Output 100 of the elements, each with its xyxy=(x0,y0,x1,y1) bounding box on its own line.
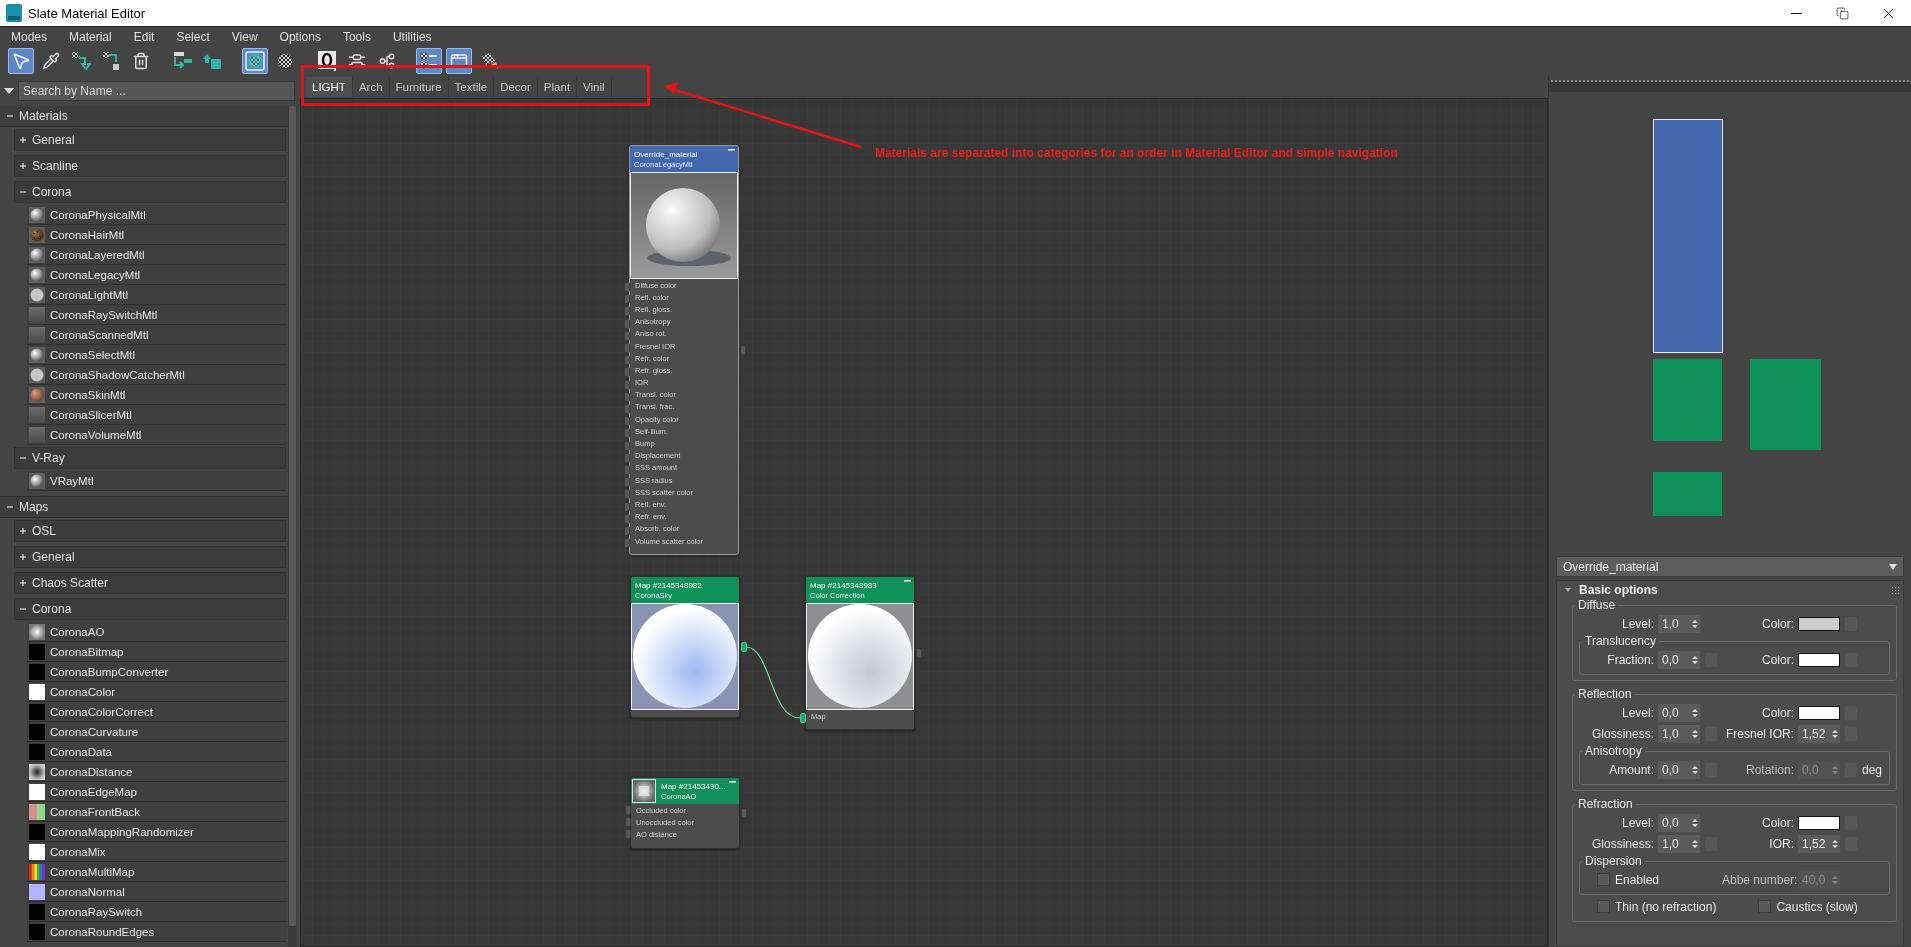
input-socket[interactable] xyxy=(624,513,630,524)
spinner-field[interactable]: 1,52 xyxy=(1798,834,1840,853)
list-item[interactable]: CoronaMix xyxy=(27,842,286,862)
list-item[interactable]: VRayMtl xyxy=(27,471,286,491)
input-socket[interactable] xyxy=(625,805,631,815)
list-item[interactable]: CoronaHairMtl xyxy=(27,225,286,245)
menu-item[interactable]: Tools xyxy=(331,27,382,46)
list-item[interactable]: CoronaLightMtl xyxy=(27,285,286,305)
input-socket[interactable] xyxy=(624,379,630,390)
spinner-field[interactable]: 1,52 xyxy=(1798,724,1840,743)
spinner-arrows-icon[interactable] xyxy=(1692,728,1698,739)
material-node[interactable] xyxy=(629,145,739,556)
list-item[interactable]: CoronaSelectMtl xyxy=(27,345,286,365)
dropdown-icon[interactable] xyxy=(4,87,14,95)
minimize-icon[interactable] xyxy=(904,580,911,583)
material-dropdown[interactable]: Override_material xyxy=(1556,556,1904,577)
node-thumbnail[interactable] xyxy=(1653,359,1722,441)
menu-item[interactable]: Utilities xyxy=(381,27,443,46)
input-socket[interactable] xyxy=(624,294,630,305)
category-header[interactable]: General xyxy=(14,129,286,151)
input-socket[interactable] xyxy=(624,282,630,292)
category-header[interactable]: Corona xyxy=(14,181,286,203)
tab[interactable]: Plant xyxy=(537,77,578,97)
input-socket[interactable] xyxy=(624,465,630,475)
tab[interactable]: Furniture xyxy=(389,77,449,97)
spinner-field[interactable]: 0,0 xyxy=(1658,760,1700,779)
list-item[interactable]: CoronaLayeredMtl xyxy=(27,245,286,265)
input-socket[interactable] xyxy=(624,452,630,463)
color-swatch[interactable] xyxy=(1798,652,1840,667)
list-item[interactable]: CoronaCurvature xyxy=(27,722,286,742)
input-socket[interactable] xyxy=(624,404,630,414)
list-item[interactable]: CoronaDistance xyxy=(27,762,286,782)
list-item[interactable]: CoronaShadowCatcherMtl xyxy=(27,365,286,385)
input-socket[interactable] xyxy=(624,391,630,402)
spinner-arrows-icon[interactable] xyxy=(1832,838,1838,849)
list-item[interactable]: CoronaBitmap xyxy=(27,642,286,662)
input-socket[interactable] xyxy=(624,330,630,341)
tab[interactable]: Vinil xyxy=(577,77,612,97)
input-socket[interactable] xyxy=(624,489,630,500)
tab[interactable]: Arch xyxy=(352,77,390,97)
section-header[interactable]: Materials xyxy=(0,106,288,127)
list-item[interactable]: CoronaData xyxy=(27,742,286,762)
minimize-icon[interactable] xyxy=(728,149,735,152)
category-header[interactable]: Corona xyxy=(14,598,286,620)
list-item[interactable]: CoronaNormal xyxy=(27,882,286,902)
category-header[interactable]: Scanline xyxy=(14,155,286,177)
input-socket[interactable] xyxy=(624,440,630,451)
node-thumbnail[interactable] xyxy=(1653,472,1722,516)
tool-button[interactable] xyxy=(416,48,442,74)
list-item[interactable]: CoronaMultiMap xyxy=(27,862,286,882)
spinner-field[interactable]: 0,0 xyxy=(1658,650,1700,669)
search-field[interactable]: Search by Name ... xyxy=(18,81,295,101)
input-socket[interactable] xyxy=(624,355,630,366)
input-socket[interactable] xyxy=(624,306,630,317)
scrollbar[interactable] xyxy=(288,106,297,947)
list-item[interactable]: CoronaVolumeMtl xyxy=(27,425,286,445)
list-item[interactable]: CoronaRaySwitchMtl xyxy=(27,305,286,325)
input-socket[interactable] xyxy=(624,343,630,353)
spinner-field[interactable]: 1,0 xyxy=(1658,834,1700,853)
spinner-arrows-icon[interactable] xyxy=(1692,817,1698,828)
minimize-icon[interactable] xyxy=(729,781,736,784)
color-swatch[interactable] xyxy=(1798,616,1840,631)
list-item[interactable]: CoronaPhysicalMtl xyxy=(27,205,286,225)
input-socket[interactable] xyxy=(625,829,631,840)
menu-item[interactable]: Select xyxy=(165,27,221,46)
menu-item[interactable]: Options xyxy=(268,27,332,46)
checkbox[interactable] xyxy=(1758,900,1772,913)
list-item[interactable]: CoronaColorCorrect xyxy=(27,702,286,722)
checkbox[interactable] xyxy=(1597,900,1610,913)
input-socket[interactable] xyxy=(624,538,630,549)
menu-item[interactable]: Edit xyxy=(122,27,166,46)
spinner-arrows-icon[interactable] xyxy=(1692,618,1698,629)
tab[interactable]: LIGHT xyxy=(306,77,353,97)
spinner-arrows-icon[interactable] xyxy=(1692,764,1698,775)
list-item[interactable]: CoronaFrontBack xyxy=(27,802,286,822)
rollout-header[interactable]: Basic options xyxy=(1557,581,1903,599)
list-item[interactable]: CoronaMappingRandomizer xyxy=(27,822,286,842)
category-header[interactable]: General xyxy=(14,546,286,568)
menu-item[interactable]: Material xyxy=(58,27,123,46)
category-header[interactable]: V-Ray xyxy=(14,447,286,469)
list-item[interactable]: CoronaScannedMtl xyxy=(27,325,286,345)
list-item[interactable]: CoronaSlicerMtl xyxy=(27,405,286,425)
category-header[interactable]: Chaos Scatter xyxy=(14,572,286,594)
spinner-arrows-icon[interactable] xyxy=(1832,728,1838,739)
input-socket[interactable] xyxy=(624,501,630,512)
menu-item[interactable]: View xyxy=(220,27,269,46)
list-item[interactable]: CoronaEdgeMap xyxy=(27,782,286,802)
list-item[interactable]: CoronaSkinMtl xyxy=(27,385,286,405)
input-socket[interactable] xyxy=(625,817,631,828)
input-socket[interactable] xyxy=(624,416,630,427)
input-socket[interactable] xyxy=(800,713,806,723)
spinner-field[interactable]: 0,0 xyxy=(1658,703,1700,722)
input-socket[interactable] xyxy=(624,367,630,378)
color-swatch[interactable] xyxy=(1798,815,1840,830)
input-socket[interactable] xyxy=(624,318,630,329)
list-item[interactable]: CoronaLegacyMtl xyxy=(27,265,286,285)
tab[interactable]: Textile xyxy=(448,77,495,97)
list-item[interactable]: CoronaRoundEdges xyxy=(27,922,286,942)
spinner-arrows-icon[interactable] xyxy=(1692,654,1698,665)
input-socket[interactable] xyxy=(624,477,630,488)
